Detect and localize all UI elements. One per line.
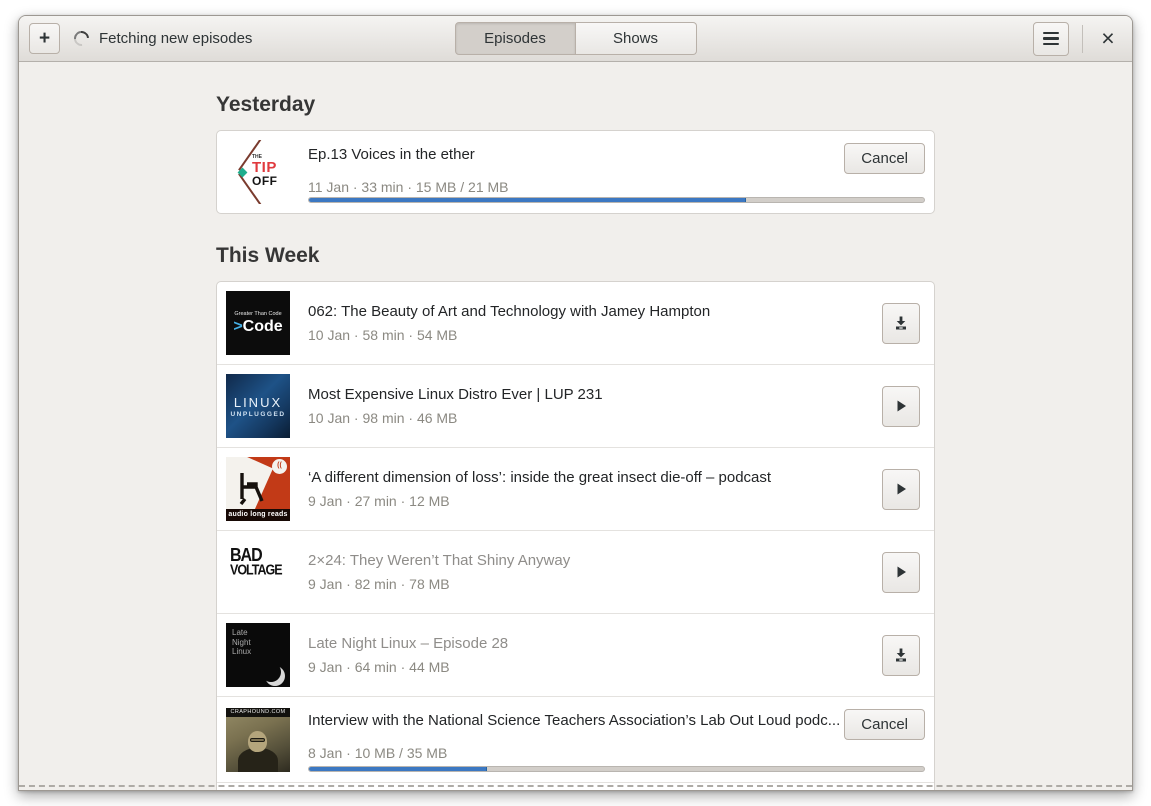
guardian-roundel-icon: ((	[272, 459, 287, 474]
episode-row-late-night-linux[interactable]: Late Night Linux Late Night Linux – Epis…	[217, 613, 934, 696]
add-podcast-button[interactable]: +	[29, 23, 60, 54]
download-progressbar	[308, 766, 925, 772]
episode-meta: 10 Jan · 58 min · 54 MB	[308, 327, 458, 343]
podcast-artwork-greater-than-code: Greater Than Code >Code	[226, 291, 290, 355]
episode-meta: 10 Jan · 98 min · 46 MB	[308, 410, 458, 426]
episode-row-craphound-interview[interactable]: CRAPHOUND.COM Interview with the Nationa…	[217, 696, 934, 782]
section-heading-this-week: This Week	[216, 244, 320, 267]
download-icon	[896, 316, 906, 330]
episode-title: Late Night Linux – Episode 28	[308, 635, 509, 652]
play-episode-button[interactable]	[882, 468, 920, 510]
podcast-artwork-bad-voltage: BAD VOLTAGE	[226, 540, 290, 604]
episode-row-audio-long-reads[interactable]: (( audio long reads ‘A different dimensi…	[217, 447, 934, 530]
hamburger-icon	[1043, 31, 1059, 46]
section-heading-yesterday: Yesterday	[216, 93, 316, 116]
play-icon	[897, 566, 906, 578]
play-icon	[897, 483, 906, 495]
episode-meta: 9 Jan · 27 min · 12 MB	[308, 493, 450, 509]
titlebar-separator	[1082, 24, 1083, 53]
cancel-download-button[interactable]: Cancel	[844, 709, 925, 740]
episode-title: Interview with the National Science Teac…	[308, 712, 841, 729]
tab-episodes[interactable]: Episodes	[454, 22, 576, 55]
episode-meta: 11 Jan · 33 min · 15 MB / 21 MB	[308, 179, 509, 195]
view-switcher: Episodes Shows	[454, 22, 697, 55]
episode-title: Most Expensive Linux Distro Ever | LUP 2…	[308, 386, 603, 403]
download-icon	[896, 648, 906, 662]
episode-row-greater-than-code[interactable]: Greater Than Code >Code 062: The Beauty …	[217, 282, 934, 364]
download-episode-button[interactable]	[882, 634, 920, 676]
app-window: + Fetching new episodes Episodes Shows ×…	[18, 15, 1133, 791]
podcast-artwork-linux-unplugged: LINUX UNPLUGGED	[226, 374, 290, 438]
cancel-download-button[interactable]: Cancel	[844, 143, 925, 174]
episode-row-bad-voltage[interactable]: BAD VOLTAGE 2×24: They Weren’t That Shin…	[217, 530, 934, 613]
podcast-artwork-the-tip-off: THE TIP OFF	[226, 140, 290, 204]
episode-row-linux-unplugged[interactable]: LINUX UNPLUGGED Most Expensive Linux Dis…	[217, 364, 934, 447]
download-episode-button[interactable]	[882, 302, 920, 344]
download-progressbar	[308, 197, 925, 203]
play-episode-button[interactable]	[882, 551, 920, 593]
play-icon	[897, 400, 906, 412]
episode-title: 2×24: They Weren’t That Shiny Anyway	[308, 552, 571, 569]
titlebar-right-controls: ×	[1033, 21, 1122, 56]
play-episode-button[interactable]	[882, 385, 920, 427]
episode-title: ‘A different dimension of loss’: inside …	[308, 469, 772, 486]
episode-title: Ep.13 Voices in the ether	[308, 146, 475, 163]
podcast-artwork-late-night-linux: Late Night Linux	[226, 623, 290, 687]
loading-spinner-icon	[70, 27, 93, 50]
podcast-artwork-audio-long-reads: (( audio long reads	[226, 457, 290, 521]
scroll-undershoot-indicator	[19, 785, 1132, 787]
close-window-button[interactable]: ×	[1094, 25, 1122, 53]
episode-meta: 9 Jan · 82 min · 78 MB	[308, 576, 450, 592]
status-text: Fetching new episodes	[99, 30, 253, 47]
episodes-scroll-area[interactable]: Yesterday THE TIP OFF Ep.13 Voices in th…	[19, 62, 1132, 790]
download-progress-fill	[309, 767, 488, 771]
this-week-card: Greater Than Code >Code 062: The Beauty …	[216, 281, 935, 790]
episode-title: 062: The Beauty of Art and Technology wi…	[308, 303, 711, 320]
titlebar: + Fetching new episodes Episodes Shows ×	[19, 16, 1132, 62]
episode-meta: 8 Jan · 10 MB / 35 MB	[308, 745, 448, 761]
episode-row-voices-in-the-ether[interactable]: THE TIP OFF Ep.13 Voices in the ether Ca…	[217, 131, 934, 213]
tab-shows[interactable]: Shows	[575, 22, 697, 55]
crescent-moon-icon	[261, 662, 285, 686]
podcast-artwork-craphound: CRAPHOUND.COM	[226, 707, 290, 772]
episode-meta: 9 Jan · 64 min · 44 MB	[308, 659, 450, 675]
download-progress-fill	[309, 198, 746, 202]
yesterday-card: THE TIP OFF Ep.13 Voices in the ether Ca…	[216, 130, 935, 214]
chair-icon	[239, 473, 264, 505]
hamburger-menu-button[interactable]	[1033, 21, 1069, 56]
